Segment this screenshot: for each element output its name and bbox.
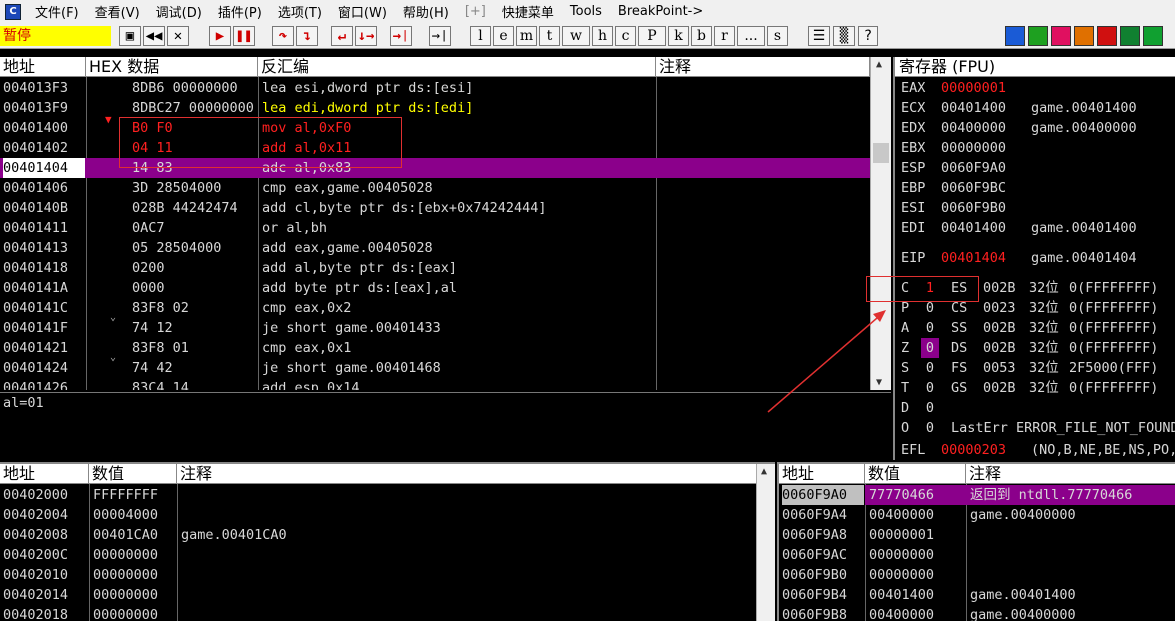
annotation-arrow bbox=[767, 310, 886, 413]
